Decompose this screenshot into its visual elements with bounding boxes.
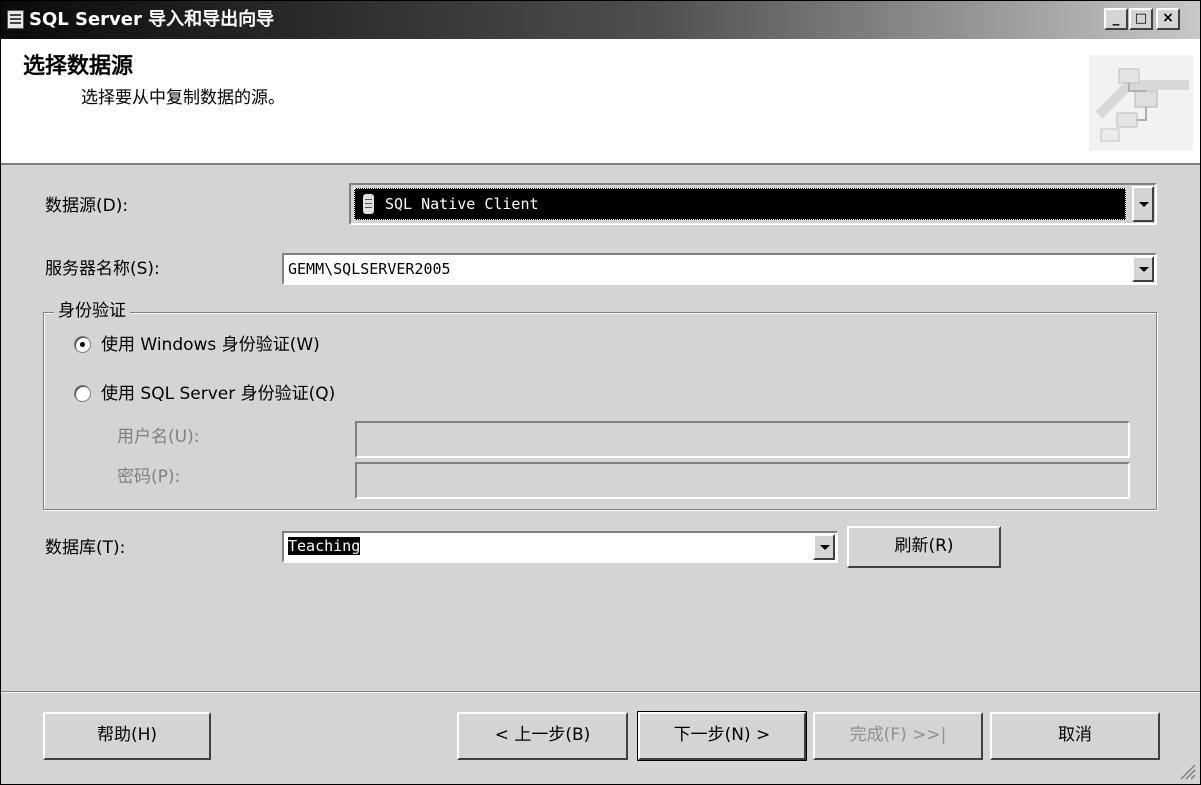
data-transfer-graphic-icon [1089,55,1193,151]
wizard-header: 选择数据源 选择要从中复制数据的源。 [1,39,1200,165]
database-label: 数据库(T): [45,538,126,558]
data-source-select[interactable]: SQL Native Client [349,183,1157,225]
database-value-wrap: Teaching [288,537,361,555]
server-name-value: GEMM\SQLSERVER2005 [288,260,451,278]
data-source-value: SQL Native Client [385,195,539,213]
page-title: 选择数据源 [23,54,134,79]
refresh-button[interactable]: 刷新(R) [847,526,1001,568]
data-source-label: 数据源(D): [45,196,129,216]
windows-auth-label[interactable]: 使用 Windows 身份验证(W) [101,334,320,356]
page-subtitle: 选择要从中复制数据的源。 [81,88,285,108]
server-name-dropdown-button[interactable] [1132,256,1154,282]
database-dropdown-button[interactable] [813,534,835,560]
windows-auth-radio[interactable] [74,336,91,353]
username-label: 用户名(U): [117,427,200,447]
database-value: Teaching [288,537,361,555]
cancel-button[interactable]: 取消 [990,712,1160,760]
finish-button[interactable]: 完成(F) >>| [813,712,983,760]
data-source-selected-value: SQL Native Client [354,188,1126,220]
authentication-group-label: 身份验证 [54,300,130,322]
back-button[interactable]: < 上一步(B) [457,712,628,760]
maximize-button[interactable]: □ [1129,8,1153,30]
footer-separator [1,691,1200,693]
server-name-combobox[interactable]: GEMM\SQLSERVER2005 [282,253,1157,285]
app-icon [7,10,24,29]
username-input[interactable] [355,421,1130,458]
window-title: SQL Server 导入和导出向导 [29,9,275,30]
sql-auth-radio[interactable] [74,385,91,402]
database-combobox[interactable]: Teaching [282,531,838,563]
minimize-button[interactable]: _ [1104,8,1128,30]
password-input[interactable] [355,462,1130,499]
help-button[interactable]: 帮助(H) [43,712,211,760]
server-name-label: 服务器名称(S): [45,259,160,279]
close-button[interactable]: × [1156,8,1180,30]
next-button[interactable]: 下一步(N) > [637,711,807,761]
database-icon [363,194,374,214]
password-label: 密码(P): [117,467,181,487]
sql-auth-label[interactable]: 使用 SQL Server 身份验证(Q) [101,383,335,405]
title-bar: SQL Server 导入和导出向导 _ □ × [1,1,1200,39]
wizard-window: SQL Server 导入和导出向导 _ □ × 选择数据源 选择要从中复制数据… [0,0,1201,785]
data-source-dropdown-button[interactable] [1132,186,1154,222]
resize-grip-icon[interactable] [1178,762,1196,780]
